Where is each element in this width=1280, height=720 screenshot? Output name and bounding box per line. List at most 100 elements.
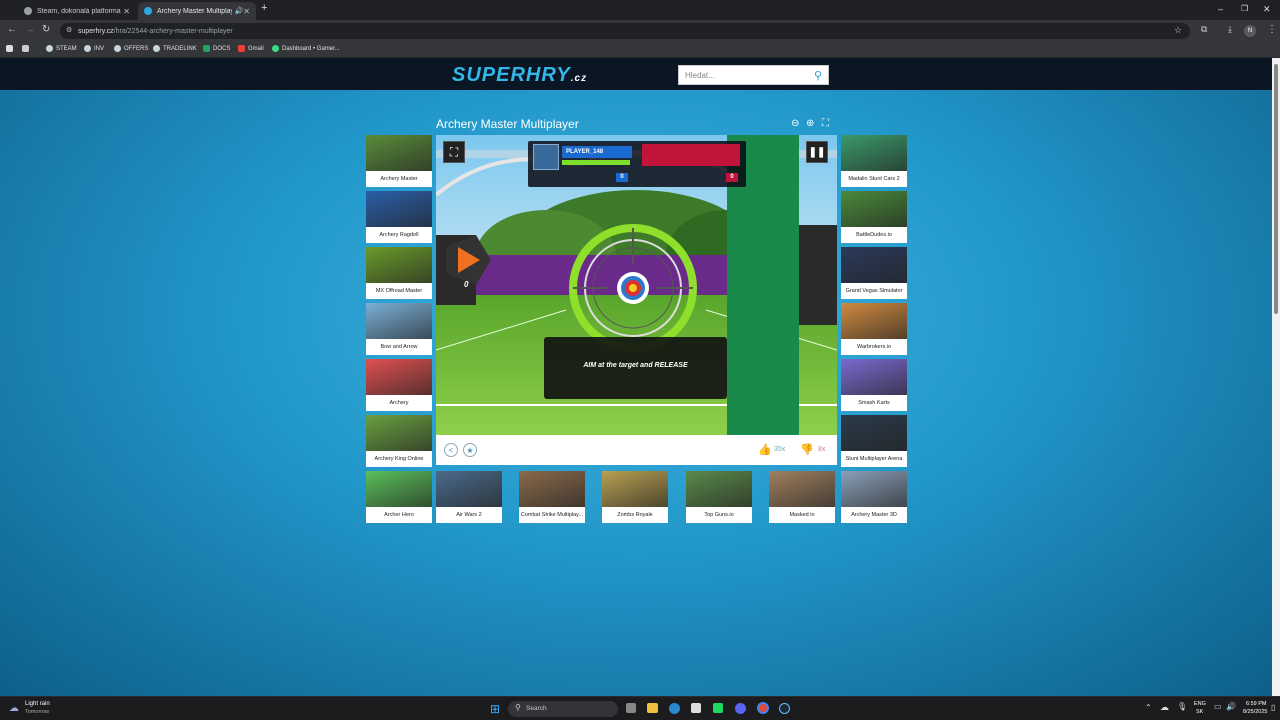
zoom-out-icon[interactable]: ⊖ [791, 118, 799, 129]
thumb-label: Smash Karts [858, 400, 890, 406]
thumb-label: Bow and Arrow [380, 344, 418, 350]
game-thumb-archery-ragdoll[interactable]: Archery Ragdoll [366, 191, 432, 243]
game-thumb-bow-and-arrow[interactable]: Bow and Arrow [366, 303, 432, 355]
close-window-button[interactable]: ✕ [1263, 4, 1271, 15]
steam-icon[interactable] [779, 703, 790, 714]
app-icon[interactable] [713, 703, 723, 713]
bookmark-tradelink[interactable]: TRADELINK [153, 45, 197, 52]
thumbs-up-icon[interactable]: 👍 [758, 443, 772, 456]
store-icon[interactable] [691, 703, 701, 713]
bookmark-offers[interactable]: OFFERS [114, 45, 148, 52]
windows-start-icon[interactable]: ⊞ [490, 702, 500, 716]
page-scrollbar[interactable] [1272, 58, 1280, 696]
thumb-image [841, 303, 907, 339]
thumb-image [436, 471, 502, 507]
game-thumb-stunt-multiplayer-arena[interactable]: Stunt Multiplayer Arena [841, 415, 907, 467]
player-name: PLAYER_148 [562, 146, 632, 158]
back-button[interactable]: ← [7, 24, 17, 35]
file-explorer-icon[interactable] [647, 703, 658, 713]
extensions-icon[interactable]: ⧉ [1201, 24, 1207, 35]
thumb-image [366, 359, 432, 395]
game-thumb-grand-vegas-simulator[interactable]: Grand Vegas Simulator [841, 247, 907, 299]
language-top[interactable]: ENG [1194, 701, 1206, 707]
mic-icon[interactable]: 🎙 [1177, 702, 1187, 711]
fullscreen-icon[interactable]: ⛶ [822, 118, 829, 129]
game-action-bar: < ★ 👍 35x 👎 8x [436, 435, 837, 465]
apps-icon[interactable] [6, 45, 16, 52]
game-thumb-archery-master[interactable]: Archery Master [366, 135, 432, 187]
thumb-image [769, 471, 835, 507]
weather-icon[interactable]: ☁ [9, 703, 19, 714]
chrome-icon[interactable] [757, 702, 769, 714]
opponent-score: 0 [726, 173, 738, 182]
new-tab-button[interactable]: + [261, 2, 267, 14]
pause-icon[interactable]: ❚❚ [806, 141, 828, 163]
game-thumb-top-guns[interactable]: Top Guns.io [686, 471, 752, 523]
game-thumb-madalin-stunt-cars-2[interactable]: Madalin Stunt Cars 2 [841, 135, 907, 187]
thumb-label: Archer Hero [384, 512, 414, 518]
chevron-up-icon[interactable]: ⌃ [1145, 703, 1152, 712]
menu-icon[interactable]: ⋮ [1267, 24, 1277, 35]
game-thumb-archery-master-3d[interactable]: Archery Master 3D [841, 471, 907, 523]
bookmark-gmail[interactable]: Gmail [238, 45, 264, 52]
reload-button[interactable]: ↻ [42, 24, 50, 35]
close-icon[interactable]: ✕ [243, 7, 250, 16]
thumb-image [602, 471, 668, 507]
cloud-icon[interactable]: ☁ [1160, 702, 1169, 713]
bookmark-docs[interactable]: DOCS [203, 45, 230, 52]
game-thumb-warbrokers[interactable]: Warbrokers.io [841, 303, 907, 355]
game-thumb-smash-karts[interactable]: Smash Karts [841, 359, 907, 411]
profile-avatar[interactable]: N [1244, 25, 1256, 37]
share-icon[interactable]: < [444, 443, 458, 457]
taskbar-search[interactable]: ⚲ Search [508, 701, 618, 717]
expand-icon[interactable]: ⛶ [443, 141, 465, 163]
game-thumb-archery[interactable]: Archery [366, 359, 432, 411]
bookmark-inv[interactable]: INV [84, 45, 104, 52]
game-thumb-masked-io[interactable]: Masked io [769, 471, 835, 523]
close-icon[interactable]: ✕ [123, 7, 130, 16]
game-thumb-archer-hero[interactable]: Archer Hero [366, 471, 432, 523]
forward-button[interactable]: → [25, 24, 35, 35]
clock-time[interactable]: 6:59 PM [1246, 701, 1266, 707]
volume-icon[interactable]: 🔊 [1226, 702, 1236, 711]
game-thumb-zombs-royale[interactable]: Zombs Royale [602, 471, 668, 523]
search-input[interactable]: Hledat... ⚲ [678, 65, 829, 85]
download-icon[interactable]: ⤓ [1228, 24, 1232, 35]
game-thumb-archery-king-online[interactable]: Archery King Online [366, 415, 432, 467]
thumb-label: Grand Vegas Simulator [845, 288, 903, 294]
bookmark-steam[interactable]: STEAM [46, 45, 77, 52]
game-canvas[interactable]: PLAYER_148 0 0 ⛶ ❚❚ 0 AIM at the target … [436, 135, 837, 435]
bookmark-label: STEAM [56, 45, 77, 52]
discord-icon[interactable] [735, 703, 746, 714]
search-icon[interactable]: ⚲ [814, 69, 822, 82]
site-logo[interactable]: SUPERHRY.cz [452, 64, 587, 87]
thumb-label: MX Offroad Master [375, 288, 423, 294]
tab-label: Archery Master Multiplaye [157, 7, 232, 15]
thumbs-down-icon[interactable]: 👎 [800, 443, 814, 456]
task-view-icon[interactable] [626, 703, 636, 713]
thumb-label: Archery Master [380, 176, 418, 182]
bookmark-star-icon[interactable]: ☆ [1174, 25, 1182, 36]
speaker-icon[interactable]: 🔊 [235, 7, 244, 15]
tab-archery[interactable]: Archery Master Multiplaye 🔊 ✕ [138, 2, 256, 20]
edge-icon[interactable] [669, 703, 680, 714]
tab-groups-icon[interactable] [22, 45, 32, 52]
weather-sub: Tomorrow [25, 709, 50, 715]
favorite-star-icon[interactable]: ★ [463, 443, 477, 457]
game-thumb-mx-offroad-master[interactable]: MX Offroad Master [366, 247, 432, 299]
site-info-icon[interactable]: ⚙ [66, 26, 72, 34]
scrollbar-thumb[interactable] [1274, 64, 1278, 314]
thumb-image [366, 303, 432, 339]
address-bar[interactable]: ⚙ superhry.cz /hra/22544-archery-master-… [60, 23, 1190, 39]
restore-button[interactable]: ❐ [1241, 4, 1248, 13]
game-thumb-combat-strike[interactable]: Combat Strike Multiplay... [519, 471, 585, 523]
network-icon[interactable]: ▭ [1214, 702, 1222, 711]
game-thumb-air-wars-2[interactable]: Air Wars 2 [436, 471, 502, 523]
game-thumb-battledudes[interactable]: BattleDudes.io [841, 191, 907, 243]
zoom-in-icon[interactable]: ⊕ [806, 118, 814, 129]
tab-steam[interactable]: Steam, dokonalá platforma pre ✕ [18, 2, 136, 20]
thumb-label: Madalin Stunt Cars 2 [848, 176, 900, 182]
bookmark-dashboard[interactable]: Dashboard • Gamer... [272, 45, 340, 52]
minimize-button[interactable]: – [1218, 4, 1223, 14]
notification-icon[interactable]: ▯ [1271, 703, 1275, 712]
